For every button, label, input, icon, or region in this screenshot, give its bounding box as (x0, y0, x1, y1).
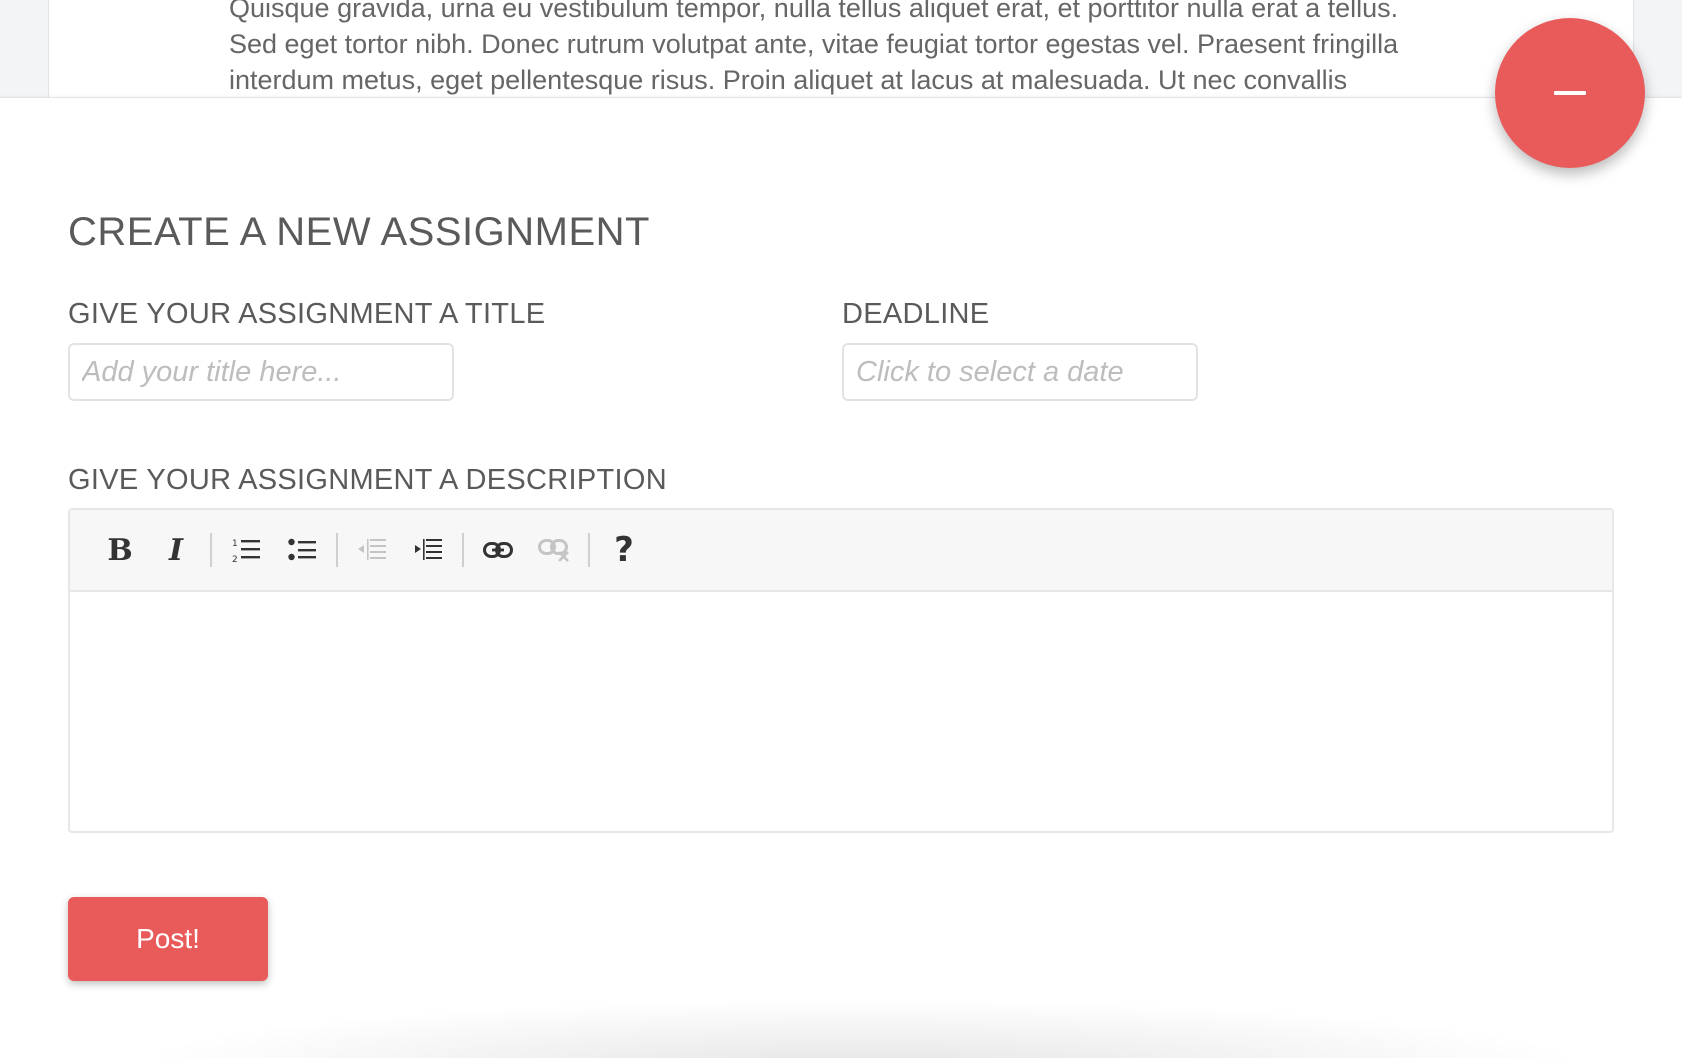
background-text-line: Sed eget tortor nibh. Donec rutrum volut… (229, 29, 1399, 59)
ordered-list-icon: 1 2 (232, 539, 260, 563)
bottom-shadow (120, 998, 1600, 1058)
description-label: GIVE YOUR ASSIGNMENT A DESCRIPTION (68, 464, 667, 496)
italic-icon: I (168, 532, 184, 568)
ordered-list-button[interactable]: 1 2 (222, 526, 270, 574)
link-button[interactable] (474, 526, 522, 574)
italic-button[interactable]: I (152, 526, 200, 574)
background-card-text: Quisque gravida, urna eu vestibulum temp… (229, 0, 1569, 98)
post-button[interactable]: Post! (68, 897, 268, 981)
title-label: GIVE YOUR ASSIGNMENT A TITLE (68, 298, 546, 330)
page-title: CREATE A NEW ASSIGNMENT (68, 210, 650, 254)
help-icon: ? (614, 530, 634, 570)
deadline-label: DEADLINE (842, 298, 990, 330)
editor-toolbar: B I 1 2 ? (70, 510, 1612, 592)
unlink-button[interactable] (530, 526, 578, 574)
link-icon (483, 542, 513, 558)
page: ⌄ Quisque gravida, urna eu vestibulum te… (0, 0, 1682, 1058)
bold-icon: B (107, 532, 133, 568)
indent-button[interactable] (404, 526, 452, 574)
unordered-list-icon (288, 538, 316, 561)
svg-text:1: 1 (232, 539, 238, 549)
create-assignment-panel: CREATE A NEW ASSIGNMENT GIVE YOUR ASSIGN… (0, 97, 1682, 1058)
minus-icon (1554, 91, 1586, 95)
svg-text:2: 2 (232, 555, 238, 563)
help-button[interactable]: ? (600, 526, 648, 574)
unlink-icon (538, 539, 569, 562)
description-textarea[interactable] (70, 592, 1612, 831)
indent-icon (415, 539, 442, 560)
deadline-input[interactable] (842, 343, 1198, 401)
collapse-fab-button[interactable] (1495, 18, 1645, 168)
background-text-line: Quisque gravida, urna eu vestibulum temp… (229, 0, 1399, 23)
unordered-list-button[interactable] (278, 526, 326, 574)
title-input[interactable] (68, 343, 454, 401)
background-text-line: interdum metus, eget pellentesque risus.… (229, 65, 1348, 95)
background-card: ⌄ Quisque gravida, urna eu vestibulum te… (48, 0, 1634, 100)
description-editor: B I 1 2 ? (68, 508, 1614, 833)
bold-button[interactable]: B (96, 526, 144, 574)
outdent-button[interactable] (348, 526, 396, 574)
toolbar-divider (588, 533, 590, 567)
outdent-icon (358, 539, 386, 560)
toolbar-divider (336, 533, 338, 567)
toolbar-divider (462, 533, 464, 567)
toolbar-divider (210, 533, 212, 567)
